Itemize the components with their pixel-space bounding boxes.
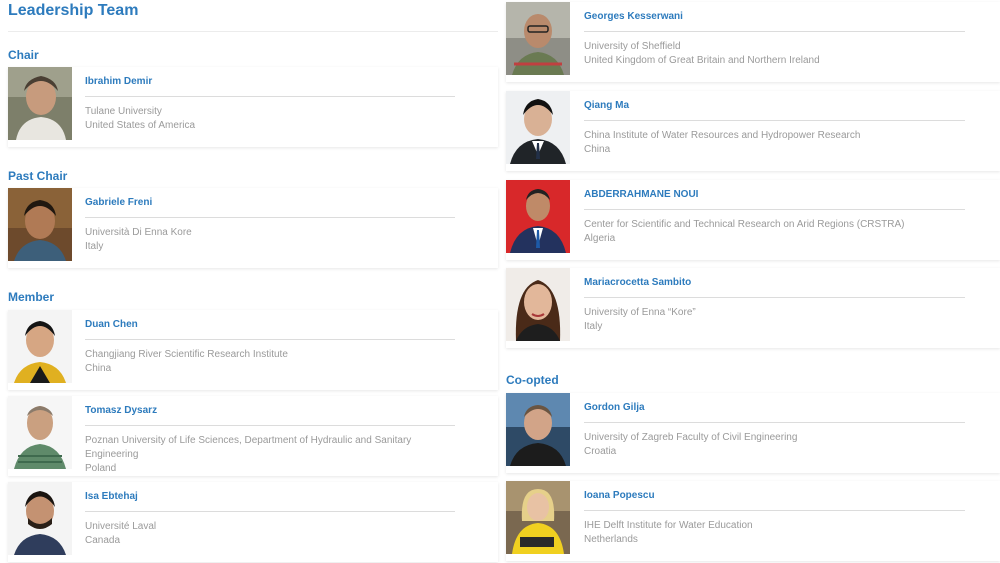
person-institution: Università Di Enna Kore [85,227,192,238]
divider [584,297,965,298]
person-card: Mariacrocetta Sambito University of Enna… [506,268,1000,348]
divider [85,96,455,97]
person-card: Ioana Popescu IHE Delft Institute for Wa… [506,481,1000,561]
person-country: Italy [85,241,104,252]
person-name-link[interactable]: Qiang Ma [584,100,629,111]
person-photo [8,396,72,469]
person-country: United States of America [85,120,196,131]
person-institution: Poznan University of Life Sciences, Depa… [85,435,412,460]
person-institution: IHE Delft Institute for Water Education [584,520,753,531]
person-name-link[interactable]: ABDERRAHMANE NOUI [584,189,698,200]
person-institution: University of Sheffield [584,41,681,52]
person-photo [8,482,72,555]
person-institution: China Institute of Water Resources and H… [584,130,861,141]
person-country: China [584,144,611,155]
person-country: Canada [85,535,121,546]
page-title: Leadership Team [8,2,139,19]
person-card: Gordon Gilja University of Zagreb Facult… [506,393,1000,473]
section-heading-past-chair: Past Chair [8,169,68,183]
person-name-link[interactable]: Ibrahim Demir [85,76,152,87]
person-name-link[interactable]: Tomasz Dysarz [85,405,157,416]
person-name-link[interactable]: Mariacrocetta Sambito [584,277,691,288]
person-photo [8,310,72,383]
person-institution: Changjiang River Scientific Research Ins… [85,349,288,360]
section-heading-coopted: Co-opted [506,373,559,387]
section-heading-member: Member [8,290,55,304]
person-card: Isa Ebtehaj Université Laval Canada [8,482,498,562]
person-photo [506,481,570,554]
person-institution: Center for Scientific and Technical Rese… [584,219,905,230]
divider [85,511,455,512]
person-card: ABDERRAHMANE NOUI Center for Scientific … [506,180,1000,260]
person-country: Algeria [584,233,616,244]
person-photo [8,67,72,140]
person-photo [506,2,570,75]
person-photo [506,393,570,466]
person-name-link[interactable]: Gordon Gilja [584,402,645,413]
section-heading-chair: Chair [8,48,39,62]
person-country: United Kingdom of Great Britain and Nort… [584,55,820,66]
divider [584,31,965,32]
person-country: Italy [584,321,603,332]
divider [85,217,455,218]
person-card: Gabriele Freni Università Di Enna Kore I… [8,188,498,268]
person-card: Tomasz Dysarz Poznan University of Life … [8,396,498,476]
divider [85,425,455,426]
person-card: Ibrahim Demir Tulane University United S… [8,67,498,147]
person-name-link[interactable]: Ioana Popescu [584,490,655,501]
title-divider [8,31,498,32]
person-photo [506,268,570,341]
person-card: Duan Chen Changjiang River Scientific Re… [8,310,498,390]
person-institution: Tulane University [85,106,162,117]
divider [584,510,965,511]
person-card: Qiang Ma China Institute of Water Resour… [506,91,1000,171]
person-country: Poland [85,463,117,474]
person-name-link[interactable]: Gabriele Freni [85,197,152,208]
person-name-link[interactable]: Georges Kesserwani [584,11,683,22]
person-photo [506,180,570,253]
person-card: Georges Kesserwani University of Sheffie… [506,2,1000,82]
divider [584,422,965,423]
person-name-link[interactable]: Isa Ebtehaj [85,491,138,502]
person-photo [506,91,570,164]
person-country: Netherlands [584,534,638,545]
divider [584,209,965,210]
person-photo [8,188,72,261]
person-institution: University of Zagreb Faculty of Civil En… [584,432,798,443]
divider [584,120,965,121]
divider [85,339,455,340]
person-country: Croatia [584,446,617,457]
person-institution: University of Enna “Kore” [584,307,696,318]
person-country: China [85,363,112,374]
person-institution: Université Laval [85,521,157,532]
person-name-link[interactable]: Duan Chen [85,319,138,330]
